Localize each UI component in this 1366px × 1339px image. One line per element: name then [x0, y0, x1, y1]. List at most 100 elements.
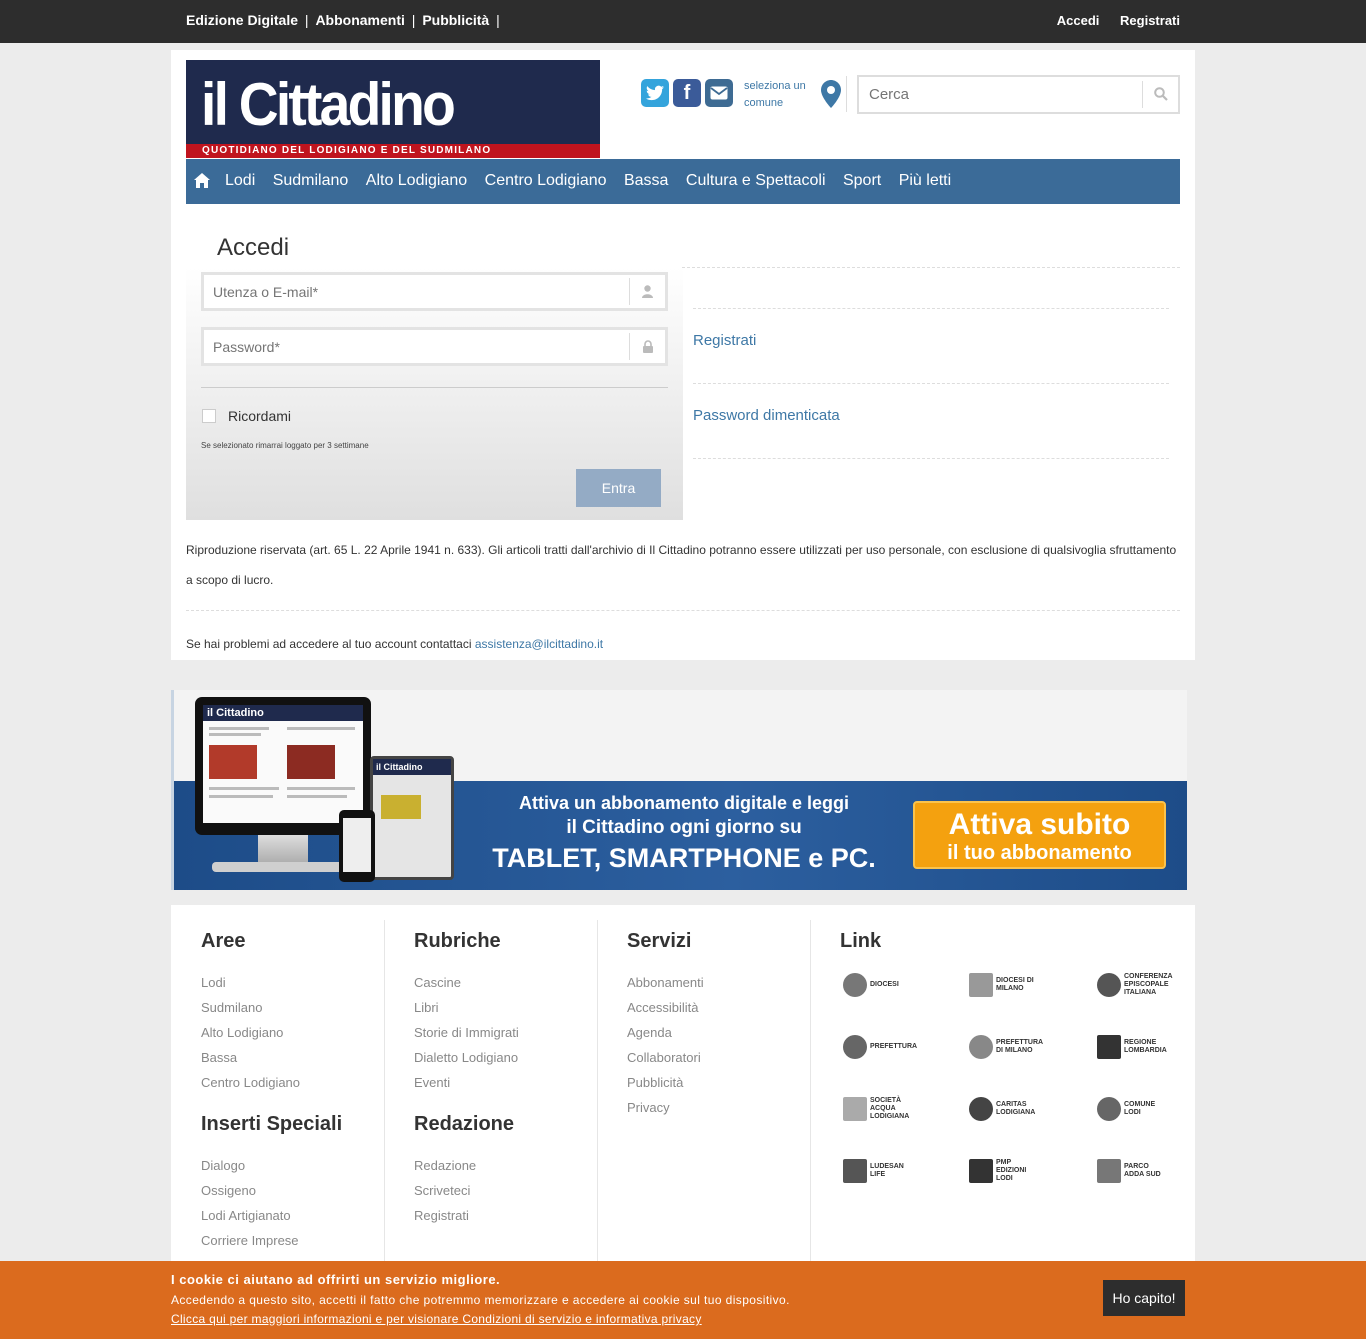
nav-item-piu-letti[interactable]: Più letti: [899, 172, 951, 190]
inserti-link[interactable]: Lodi Artigianato: [201, 1208, 291, 1223]
cta-line-1: Attiva subito: [948, 808, 1131, 841]
submit-button[interactable]: Entra: [576, 469, 661, 507]
sal-logo[interactable]: Società Acqua Lodigiana: [843, 1094, 913, 1124]
nav-item-sudmilano[interactable]: Sudmilano: [273, 172, 349, 190]
remember-checkbox[interactable]: [202, 409, 216, 423]
banner-line-2: il Cittadino ogni giorno su: [566, 817, 802, 838]
aree-link[interactable]: Bassa: [201, 1050, 237, 1065]
rubriche-title: Rubriche: [414, 930, 501, 952]
top-bar-account: Accedi Registrati: [1040, 13, 1180, 28]
pmp-logo[interactable]: PMP Edizioni Lodi: [969, 1156, 1039, 1186]
prefettura-milano-logo[interactable]: Prefettura di Milano: [969, 1032, 1043, 1062]
regione-lombardia-logo[interactable]: Regione Lombardia: [1097, 1032, 1167, 1062]
text-line: [287, 795, 347, 798]
email-icon[interactable]: [705, 79, 733, 107]
help-email-link[interactable]: assistenza@ilcittadino.it: [475, 637, 603, 651]
rubriche-link[interactable]: Dialetto Lodigiano: [414, 1050, 518, 1065]
search-icon: [1153, 87, 1168, 101]
monitor-stand: [258, 835, 308, 865]
ludesan-life-logo[interactable]: Ludesan Life: [843, 1156, 913, 1186]
cookie-accept-button[interactable]: Ho capito!: [1103, 1280, 1185, 1316]
twitter-icon[interactable]: [641, 79, 669, 107]
redazione-title: Redazione: [414, 1113, 515, 1135]
login-title: Accedi: [217, 234, 290, 261]
prefettura-logo[interactable]: Prefettura: [843, 1032, 917, 1062]
cei-logo[interactable]: Conferenza Episcopale Italiana: [1097, 970, 1172, 1000]
subscribe-cta-button[interactable]: Attiva subito il tuo abbonamento: [913, 801, 1166, 869]
inserti-link[interactable]: Dialogo: [201, 1158, 245, 1173]
text-line: [209, 787, 279, 790]
servizi-link[interactable]: Pubblicità: [627, 1075, 683, 1090]
aree-link[interactable]: Alto Lodigiano: [201, 1025, 283, 1040]
search-button[interactable]: [1142, 81, 1178, 108]
search-input[interactable]: [859, 77, 1142, 112]
cookie-info-link[interactable]: Clicca qui per maggiori informazioni e p…: [171, 1312, 702, 1326]
rubriche-link[interactable]: Storie di Immigrati: [414, 1025, 519, 1040]
link-title: Link: [840, 930, 882, 952]
phone-screen: [343, 818, 371, 872]
diocesi-logo[interactable]: Diocesi: [843, 970, 913, 1000]
nav-item-lodi[interactable]: Lodi: [225, 172, 255, 190]
location-pin-icon[interactable]: [821, 80, 841, 108]
cookie-title: I cookie ci aiutano ad offrirti un servi…: [171, 1272, 501, 1287]
forgot-password-link[interactable]: Password dimenticata: [693, 407, 840, 424]
comune-lodi-logo[interactable]: Comune Lodi: [1097, 1094, 1167, 1124]
username-input[interactable]: [204, 275, 629, 308]
servizi-link[interactable]: Abbonamenti: [627, 975, 704, 990]
subscription-banner[interactable]: il Cittadino il Cittadino Attiva un abbo…: [171, 690, 1187, 890]
servizi-link[interactable]: Accessibilità: [627, 1000, 699, 1015]
header-divider: [846, 76, 847, 112]
servizi-link[interactable]: Privacy: [627, 1100, 670, 1115]
username-field: [201, 272, 668, 311]
top-bar-links: Edizione Digitale | Abbonamenti | Pubbli…: [186, 12, 500, 28]
inserti-title: Inserti Speciali: [201, 1113, 343, 1135]
text-line: [209, 733, 261, 736]
parco-adda-sud-logo[interactable]: Parco Adda Sud: [1097, 1156, 1167, 1186]
redazione-link[interactable]: Registrati: [414, 1208, 469, 1223]
tablet-image: il Cittadino: [370, 756, 454, 880]
register-side-link[interactable]: Registrati: [693, 332, 756, 349]
diocesi-milano-logo[interactable]: Diocesi di Milano: [969, 970, 1039, 1000]
abbonamenti-link[interactable]: Abbonamenti: [315, 12, 404, 28]
nav-items: Lodi Sudmilano Alto Lodigiano Centro Lod…: [225, 172, 964, 190]
aree-link[interactable]: Lodi: [201, 975, 226, 990]
help-label: Se hai problemi ad accedere al tuo accou…: [186, 637, 472, 651]
text-line: [287, 727, 355, 730]
cei-mark: [1097, 973, 1121, 997]
text-line: [287, 787, 355, 790]
banner-message: Attiva un abbonamento digitale e leggi i…: [454, 791, 914, 875]
redazione-link[interactable]: Redazione: [414, 1158, 476, 1173]
servizi-link[interactable]: Collaboratori: [627, 1050, 701, 1065]
redazione-link[interactable]: Scriveteci: [414, 1183, 470, 1198]
side-divider: [693, 383, 1169, 384]
nav-item-alto-lodigiano[interactable]: Alto Lodigiano: [366, 172, 467, 190]
nav-item-bassa[interactable]: Bassa: [624, 172, 668, 190]
login-link[interactable]: Accedi: [1057, 13, 1100, 28]
inserti-link[interactable]: Ossigeno: [201, 1183, 256, 1198]
home-icon[interactable]: [194, 173, 210, 189]
inserti-link[interactable]: Corriere Imprese: [201, 1233, 299, 1248]
password-field: [201, 327, 668, 366]
rubriche-link[interactable]: Cascine: [414, 975, 461, 990]
password-input[interactable]: [204, 330, 629, 363]
edizione-digitale-link[interactable]: Edizione Digitale: [186, 12, 298, 28]
facebook-icon[interactable]: f: [673, 79, 701, 107]
aree-link[interactable]: Sudmilano: [201, 1000, 262, 1015]
notice-divider: [186, 610, 1180, 611]
register-link[interactable]: Registrati: [1120, 13, 1180, 28]
nav-item-centro-lodigiano[interactable]: Centro Lodigiano: [485, 172, 607, 190]
phone-image: [339, 810, 375, 882]
main-container: il Cittadino QUOTIDIANO DEL LODIGIANO E …: [171, 50, 1195, 660]
remember-label[interactable]: Ricordami: [228, 408, 291, 424]
aree-link[interactable]: Centro Lodigiano: [201, 1075, 300, 1090]
nav-item-sport[interactable]: Sport: [843, 172, 881, 190]
servizi-link[interactable]: Agenda: [627, 1025, 672, 1040]
select-comune-link[interactable]: seleziona un comune: [744, 78, 814, 112]
rubriche-link[interactable]: Libri: [414, 1000, 439, 1015]
pubblicita-link[interactable]: Pubblicità: [422, 12, 489, 28]
nav-item-cultura-spettacoli[interactable]: Cultura e Spettacoli: [686, 172, 826, 190]
caritas-logo[interactable]: Caritas Lodigiana: [969, 1094, 1039, 1124]
monitor-screen: il Cittadino: [203, 705, 363, 823]
rubriche-link[interactable]: Eventi: [414, 1075, 450, 1090]
site-logo[interactable]: il Cittadino QUOTIDIANO DEL LODIGIANO E …: [186, 60, 600, 158]
